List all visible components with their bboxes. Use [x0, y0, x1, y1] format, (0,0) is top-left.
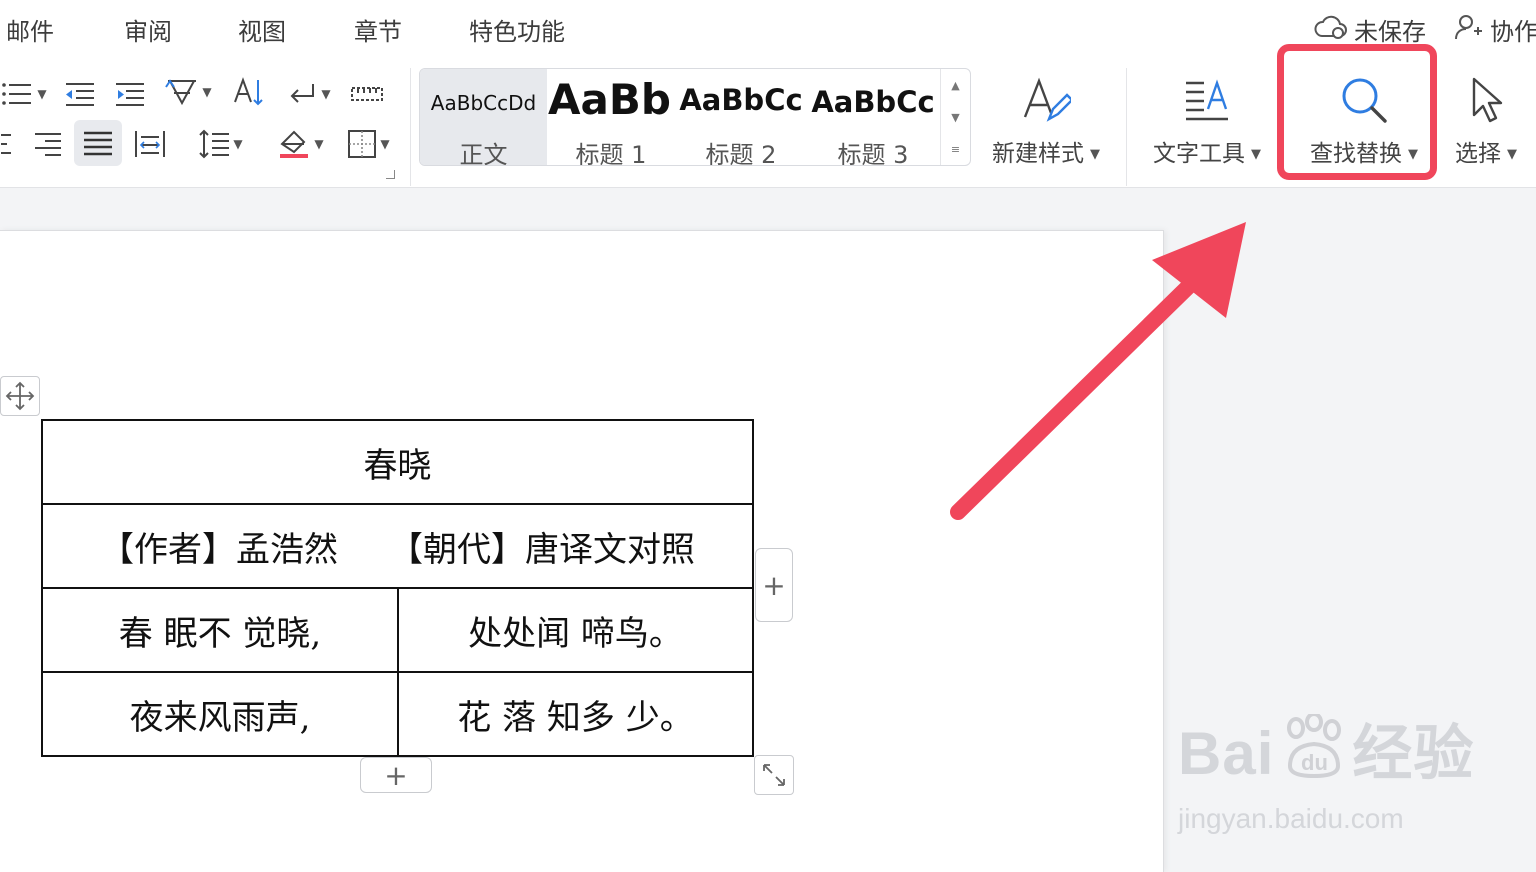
table-cell[interactable]: 花 落 知多 少。: [397, 671, 754, 757]
table-cell[interactable]: 处处闻 啼鸟。: [397, 587, 754, 673]
cursor-arrow-icon: [1464, 68, 1508, 132]
table-resize-handle[interactable]: [754, 755, 794, 795]
select-button[interactable]: 选择 ▼: [1446, 68, 1526, 178]
table-row: 夜来风雨声, 花 落 知多 少。: [41, 671, 754, 757]
new-style-button[interactable]: 新建样式 ▼: [986, 68, 1106, 178]
watermark-url: jingyan.baidu.com: [1178, 803, 1404, 834]
table-cell[interactable]: 春 眠不 觉晓,: [41, 587, 399, 673]
style-gallery: AaBbCcDd 正文 AaBb( 标题 1 AaBbCc 标题 2 AaBbC…: [419, 68, 971, 166]
text-tools-icon: [1182, 68, 1232, 132]
text-tools-button[interactable]: 文字工具 ▼: [1146, 68, 1268, 178]
borders-icon[interactable]: ▼: [338, 122, 398, 166]
ruler-icon[interactable]: [346, 74, 388, 114]
increase-indent-icon[interactable]: [110, 74, 152, 114]
scroll-up-icon[interactable]: ▲: [951, 79, 959, 92]
save-status[interactable]: 未保存: [1314, 12, 1426, 47]
new-style-label: 新建样式: [992, 141, 1084, 167]
text-direction-icon[interactable]: [228, 72, 268, 112]
bullet-list-icon[interactable]: ▼: [0, 74, 48, 114]
move-icon: [5, 381, 35, 411]
align-right-icon[interactable]: [26, 122, 68, 166]
line-spacing-icon[interactable]: ▼: [190, 122, 250, 166]
style-label: 标题 1: [575, 141, 647, 166]
paragraph-settings-launcher[interactable]: [386, 170, 395, 179]
style-label: 标题 2: [705, 141, 777, 166]
tab-section[interactable]: 章节: [354, 12, 402, 47]
justify-icon[interactable]: [74, 120, 122, 166]
svg-text:du: du: [1301, 750, 1328, 775]
add-column-button[interactable]: +: [755, 548, 793, 622]
add-row-button[interactable]: +: [360, 757, 432, 793]
table-title-cell[interactable]: 春晓: [41, 419, 754, 505]
new-style-icon: [1021, 68, 1071, 132]
decrease-indent-icon[interactable]: [58, 74, 100, 114]
unsaved-label: 未保存: [1354, 18, 1426, 46]
select-label: 选择: [1455, 141, 1501, 167]
shading-icon[interactable]: ▼: [270, 122, 330, 166]
expand-gallery-icon[interactable]: ≡: [951, 143, 960, 156]
scroll-down-icon[interactable]: ▼: [951, 111, 959, 124]
tab-mail[interactable]: 邮件: [6, 12, 54, 47]
chinese-layout-icon[interactable]: ▼: [160, 72, 216, 112]
add-user-icon: [1454, 13, 1484, 47]
table-row: 春 眠不 觉晓, 处处闻 啼鸟。: [41, 587, 754, 673]
tab-special-features[interactable]: 特色功能: [469, 12, 565, 47]
paw-logo-icon: du: [1278, 712, 1348, 784]
table-move-handle[interactable]: [0, 376, 40, 416]
baidu-watermark: Bai du 经验 jingyan.baidu.com: [1178, 705, 1475, 834]
text-tools-label: 文字工具: [1153, 141, 1245, 167]
ribbon-divider: [410, 68, 411, 186]
style-heading-1[interactable]: AaBb( 标题 1: [548, 69, 674, 165]
align-center-icon[interactable]: [0, 122, 16, 166]
tab-view[interactable]: 视图: [238, 12, 286, 47]
ribbon-divider: [1126, 68, 1127, 186]
tab-review[interactable]: 审阅: [124, 12, 172, 47]
style-gallery-scroll[interactable]: ▲ ▼ ≡: [940, 69, 970, 165]
collab-label: 协作: [1490, 18, 1536, 46]
table-meta-cell[interactable]: 【作者】孟浩然 【朝代】唐译文对照: [41, 503, 754, 589]
watermark-brand: Bai: [1178, 720, 1275, 787]
style-preview: AaBbCcDd: [430, 91, 537, 115]
resize-icon: [763, 764, 785, 786]
poem-table: 春晓 【作者】孟浩然 【朝代】唐译文对照 春 眠不 觉晓, 处处闻 啼鸟。 夜来…: [41, 419, 754, 757]
style-heading-3[interactable]: AaBbCc 标题 3: [806, 69, 940, 165]
style-heading-2[interactable]: AaBbCc 标题 2: [676, 69, 806, 165]
line-break-icon[interactable]: ▼: [282, 74, 336, 114]
table-cell[interactable]: 夜来风雨声,: [41, 671, 399, 757]
watermark-suffix: 经验: [1352, 720, 1475, 787]
style-preview: AaBb(: [548, 75, 674, 124]
cloud-sync-icon: [1314, 13, 1348, 47]
style-normal[interactable]: AaBbCcDd 正文: [420, 69, 547, 165]
style-preview: AaBbCc: [811, 85, 935, 119]
style-label: 标题 3: [837, 141, 909, 166]
distributed-align-icon[interactable]: [128, 122, 172, 166]
style-preview: AaBbCc: [679, 83, 803, 117]
highlight-box: [1277, 44, 1437, 180]
style-label: 正文: [459, 141, 508, 166]
collab-button[interactable]: 协作: [1454, 12, 1536, 47]
